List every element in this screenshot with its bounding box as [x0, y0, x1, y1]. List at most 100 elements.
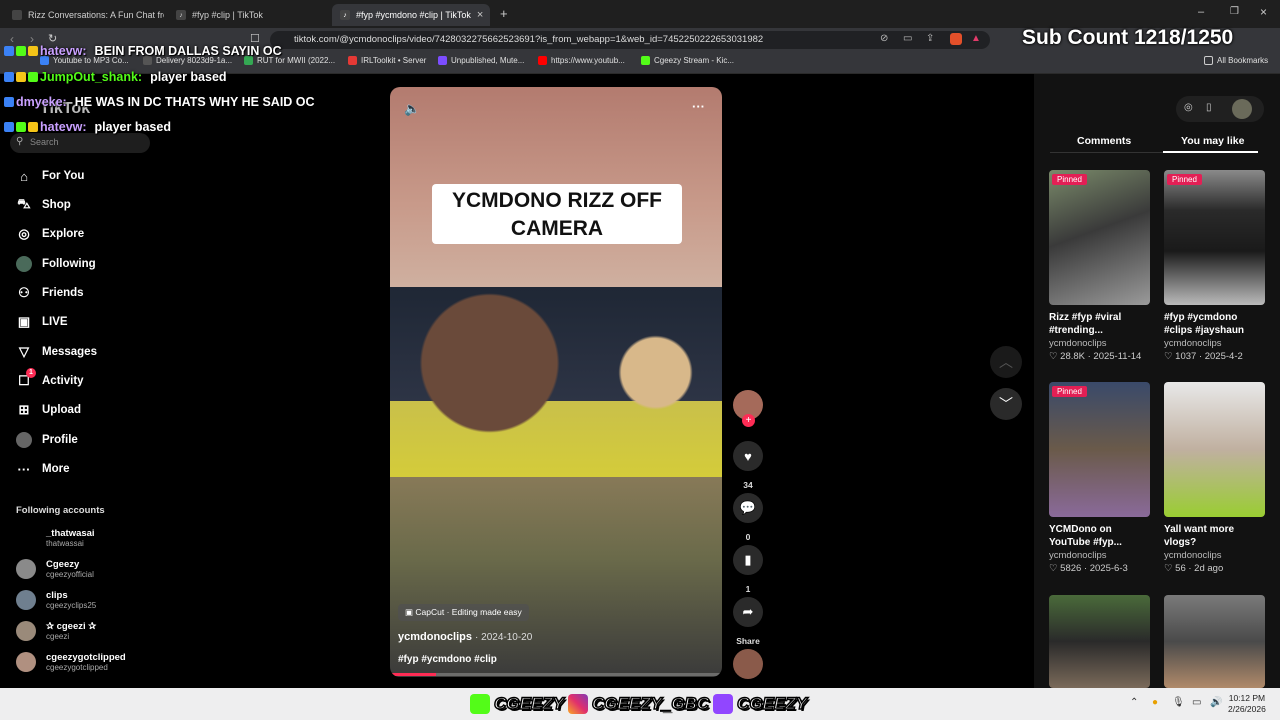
chat-message: hatevw: BEIN FROM DALLAS SAYIN OC: [4, 44, 282, 58]
device-icon[interactable]: ▯: [1206, 102, 1212, 113]
more-options-icon[interactable]: ···: [692, 99, 705, 114]
following-account[interactable]: _thatwasai thatwassai: [16, 528, 95, 548]
nav-activity[interactable]: ☐ 1 Activity: [16, 368, 84, 389]
like-button[interactable]: ♥ 34: [733, 441, 763, 490]
tray-app-icon[interactable]: ●: [1152, 697, 1158, 708]
capcut-tag[interactable]: ▣ CapCut · Editing made easy: [398, 604, 529, 621]
creator-avatar-button[interactable]: +: [733, 390, 763, 427]
recommended-video-card[interactable]: Yall want more vlogs? ycmdonoclips ♡ 56 …: [1164, 382, 1265, 575]
account-handle: cgeezi: [46, 631, 70, 641]
chat-username: hatevw:: [40, 120, 87, 134]
bookmark-item[interactable]: Unpublished, Mute...: [438, 56, 524, 65]
home-icon: ⌂: [20, 168, 28, 184]
video-progress-track[interactable]: [390, 673, 722, 676]
search-input[interactable]: ⚲ Search: [10, 133, 150, 153]
new-tab-icon[interactable]: +: [500, 6, 508, 21]
live-icon: ▣: [17, 314, 31, 329]
following-account[interactable]: ✰ cgeezi ✰ cgeezi: [16, 621, 96, 641]
video-thumbnail: Pinned: [1049, 170, 1150, 305]
nav-label: LIVE: [42, 316, 68, 328]
nav-label: Explore: [42, 228, 85, 240]
compass-icon: ◎: [18, 226, 30, 241]
music-disc-icon: [733, 649, 763, 679]
cast-icon[interactable]: ▭: [903, 33, 912, 44]
following-account[interactable]: clips cgeezyclips25: [16, 590, 96, 610]
music-disc-button[interactable]: [733, 649, 763, 679]
following-account[interactable]: cgeezygotclipped cgeezygotclipped: [16, 652, 126, 672]
network-icon[interactable]: ▭: [1192, 697, 1201, 708]
account-handle: cgeezygotclipped: [46, 662, 108, 672]
nav-shop[interactable]: ⛍ Shop: [16, 196, 70, 213]
recommended-video-card[interactable]: Pinned Rizz #fyp #viral #trending... ycm…: [1049, 170, 1150, 363]
nav-label: Profile: [42, 434, 78, 446]
browser-tab-1[interactable]: Rizz Conversations: A Fun Chat from: [4, 4, 164, 26]
microphone-icon[interactable]: 🎙: [1172, 697, 1185, 708]
media-icon[interactable]: ⊘: [880, 33, 888, 44]
brave-shield-icon[interactable]: [950, 33, 962, 45]
minimize-icon[interactable]: –: [1198, 6, 1204, 18]
nav-explore[interactable]: ◎ Explore: [16, 226, 84, 242]
close-window-icon[interactable]: ×: [1260, 5, 1267, 19]
follow-plus-icon[interactable]: +: [742, 414, 755, 427]
browser-tab-3-active[interactable]: ♪ #fyp #ycmdono #clip | TikTok ×: [332, 4, 490, 26]
recommended-video-card[interactable]: [1164, 595, 1265, 688]
chat-text: HE WAS IN DC THATS WHY HE SAID OC: [74, 95, 315, 109]
bookmark-item[interactable]: https://www.youtub...: [538, 56, 625, 65]
maximize-icon[interactable]: ❐: [1230, 6, 1239, 17]
nav-for-you[interactable]: ⌂ For You: [16, 168, 84, 184]
following-account[interactable]: Cgeezy cgeezyofficial: [16, 559, 94, 579]
nav-more[interactable]: ··· More: [16, 461, 70, 477]
previous-video-chevron-up-icon[interactable]: ︿: [990, 346, 1022, 378]
video-author[interactable]: ycmdonoclips · 2024-10-20: [398, 631, 532, 643]
account-handle: cgeezyclips25: [46, 600, 97, 610]
close-tab-icon[interactable]: ×: [477, 9, 483, 21]
volume-icon[interactable]: 🔊: [1210, 697, 1222, 708]
bookmark-item[interactable]: IRLToolkit • Server: [348, 56, 426, 65]
video-hashtags[interactable]: #fyp #ycmdono #clip: [398, 654, 497, 665]
share-page-icon[interactable]: ⇪: [926, 33, 934, 44]
share-arrow-icon: ➦: [733, 597, 763, 627]
recommended-video-card[interactable]: Pinned #fyp #ycmdono #clips #jayshaun yc…: [1164, 170, 1265, 363]
compass-icon[interactable]: ◎: [1184, 102, 1193, 113]
share-button[interactable]: ➦ Share: [733, 597, 763, 646]
kick-icon: [470, 694, 490, 714]
taskbar-clock[interactable]: 10:12 PM 2/26/2026: [1228, 693, 1266, 715]
send-icon: ▽: [19, 344, 29, 359]
tab-comments[interactable]: Comments: [1077, 135, 1131, 147]
pinned-badge: Pinned: [1167, 174, 1202, 185]
video-player[interactable]: 🔈 ··· ▣ CapCut · Editing made easy ycmdo…: [390, 87, 722, 677]
account-name: Cgeezy: [46, 558, 80, 570]
nav-profile[interactable]: Profile: [16, 432, 78, 448]
more-dots-icon: ···: [17, 461, 31, 477]
recommended-video-card[interactable]: Pinned YCMDono on YouTube #fyp... ycmdon…: [1049, 382, 1150, 575]
comment-button[interactable]: 💬 0: [733, 493, 763, 542]
shop-bag-icon: ⛍: [17, 196, 31, 211]
active-tab-indicator: [1163, 151, 1258, 153]
chevron-up-icon[interactable]: ⌃: [1130, 697, 1138, 708]
tab-you-may-like[interactable]: You may like: [1181, 135, 1244, 147]
recommended-video-card[interactable]: [1049, 595, 1150, 688]
instagram-icon: [567, 694, 588, 714]
nav-messages[interactable]: ▽ Messages: [16, 344, 97, 360]
nav-friends[interactable]: ⚇ Friends: [16, 285, 83, 301]
chat-badge-icon: [16, 122, 26, 132]
instagram-handle: CGEEZY_GBC: [591, 693, 710, 714]
nav-upload[interactable]: ⊞ Upload: [16, 402, 81, 418]
tiktok-favicon-icon: ♪: [176, 10, 186, 20]
browser-tab-2[interactable]: ♪ #fyp #clip | TikTok: [168, 4, 328, 26]
bookmark-item[interactable]: Cgeezy Stream - Kic...: [641, 56, 734, 65]
save-button[interactable]: ▮ 1: [733, 545, 763, 594]
nav-live[interactable]: ▣ LIVE: [16, 314, 68, 330]
nav-following[interactable]: Following: [16, 256, 96, 272]
card-meta: ♡ 1037 · 2025-4-2: [1164, 351, 1243, 362]
next-video-chevron-down-icon[interactable]: ﹀: [990, 388, 1022, 420]
card-caption: Yall want more vlogs?: [1164, 524, 1235, 548]
chat-username: dmyeke:: [16, 95, 67, 109]
all-bookmarks[interactable]: All Bookmarks: [1204, 56, 1268, 65]
author-name: ycmdonoclips: [398, 631, 472, 643]
avatar[interactable]: [1232, 99, 1252, 119]
chat-badge-icon: [16, 72, 26, 82]
volume-icon[interactable]: 🔈: [404, 101, 420, 117]
avatar-icon: [16, 256, 32, 272]
rewards-icon[interactable]: ▲: [971, 33, 981, 44]
